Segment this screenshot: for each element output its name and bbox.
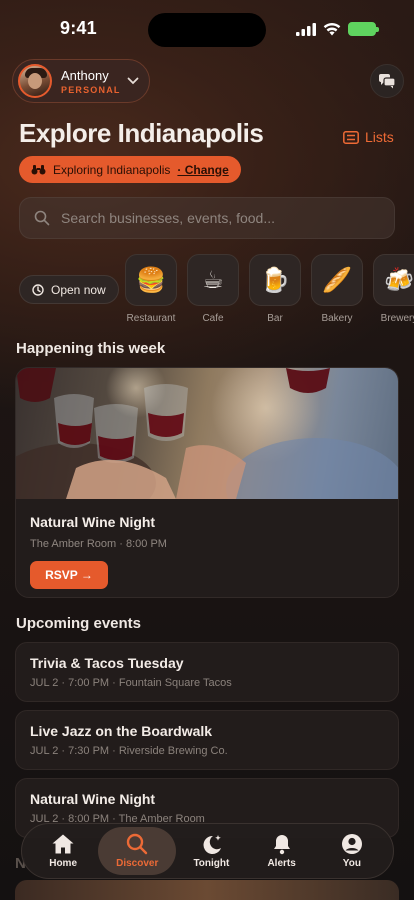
category-bakery[interactable]: 🥖 Bakery bbox=[310, 254, 364, 324]
clinking-beers-icon: 🍻 bbox=[373, 254, 414, 306]
bell-icon bbox=[273, 835, 290, 855]
rsvp-button[interactable]: RSVP → bbox=[30, 561, 108, 589]
upcoming-heading: Upcoming events bbox=[16, 615, 142, 632]
event-title: Live Jazz on the Boardwalk bbox=[30, 723, 213, 739]
category-restaurant[interactable]: 🍔 Restaurant bbox=[124, 254, 178, 324]
tab-label: Home bbox=[49, 858, 78, 869]
search-input[interactable] bbox=[61, 210, 361, 226]
chevron-down-icon bbox=[127, 77, 139, 85]
tab-discover[interactable]: Discover bbox=[98, 827, 177, 875]
category-cafe[interactable]: ☕ Cafe bbox=[186, 254, 240, 324]
featured-event-title: Natural Wine Night bbox=[30, 514, 156, 530]
event-title: Natural Wine Night bbox=[30, 791, 156, 807]
profile-name: Anthony bbox=[61, 67, 109, 83]
tab-label: Alerts bbox=[267, 858, 296, 869]
search-icon bbox=[127, 833, 148, 855]
change-location-link[interactable]: · Change bbox=[177, 163, 228, 177]
profile-role: PERSONAL bbox=[61, 84, 121, 95]
dynamic-island bbox=[148, 13, 266, 47]
event-subtitle: JUL 2 · 7:30 PM · Riverside Brewing Co. bbox=[30, 745, 228, 757]
search-bar[interactable] bbox=[19, 197, 395, 239]
tab-home[interactable]: Home bbox=[28, 827, 98, 875]
tab-label: You bbox=[342, 858, 361, 869]
category-brewery[interactable]: 🍻 Brewery bbox=[372, 254, 414, 324]
category-label: Bakery bbox=[321, 313, 353, 324]
category-label: Cafe bbox=[202, 313, 224, 324]
home-icon bbox=[52, 834, 74, 854]
cellular-signal-icon bbox=[296, 22, 316, 36]
tab-label: Tonight bbox=[193, 858, 230, 869]
list-icon bbox=[343, 130, 359, 144]
open-now-label: Open now bbox=[51, 282, 106, 297]
featured-event-subtitle: The Amber Room · 8:00 PM bbox=[30, 538, 167, 550]
battery-icon bbox=[348, 22, 379, 36]
location-chip[interactable]: Exploring Indianapolis · Change bbox=[19, 156, 241, 183]
status-time: 9:41 bbox=[60, 18, 97, 38]
category-label: Brewery bbox=[380, 313, 414, 324]
event-subtitle: JUL 2 · 7:00 PM · Fountain Square Tacos bbox=[30, 677, 232, 689]
tab-tonight[interactable]: Tonight bbox=[176, 827, 246, 875]
category-label: Bar bbox=[267, 313, 283, 324]
lists-label: Lists bbox=[365, 129, 394, 145]
featured-event-card[interactable]: Natural Wine Night The Amber Room · 8:00… bbox=[15, 367, 399, 598]
avatar bbox=[18, 64, 52, 98]
profile-icon bbox=[341, 834, 362, 854]
coffee-icon: ☕ bbox=[187, 254, 239, 306]
bottom-tab-bar: Home Discover Tonight Alerts You bbox=[21, 823, 394, 879]
next-section-image bbox=[15, 880, 399, 900]
moon-stars-icon bbox=[203, 835, 222, 854]
burger-icon: 🍔 bbox=[125, 254, 177, 306]
beer-mug-icon: 🍺 bbox=[249, 254, 301, 306]
binoculars-icon bbox=[31, 165, 46, 175]
category-label: Restaurant bbox=[126, 313, 176, 324]
clock-icon bbox=[32, 283, 44, 296]
baguette-icon: 🥖 bbox=[311, 254, 363, 306]
tab-alerts[interactable]: Alerts bbox=[247, 827, 317, 875]
open-now-filter[interactable]: Open now bbox=[19, 275, 119, 304]
status-icons bbox=[296, 22, 379, 36]
profile-switcher[interactable]: Anthony PERSONAL bbox=[12, 59, 150, 103]
tab-you[interactable]: You bbox=[317, 827, 387, 875]
wifi-icon bbox=[323, 22, 341, 35]
search-icon bbox=[34, 210, 50, 226]
lists-button[interactable]: Lists bbox=[343, 129, 394, 145]
event-list-item[interactable]: Live Jazz on the Boardwalk JUL 2 · 7:30 … bbox=[15, 710, 399, 770]
category-bar[interactable]: 🍺 Bar bbox=[248, 254, 302, 324]
page-title: Explore Indianapolis bbox=[19, 118, 264, 148]
messages-button[interactable] bbox=[370, 64, 404, 98]
location-text: Exploring Indianapolis bbox=[53, 162, 171, 177]
featured-event-image bbox=[16, 368, 398, 499]
event-list-item[interactable]: Trivia & Tacos Tuesday JUL 2 · 7:00 PM ·… bbox=[15, 642, 399, 702]
happening-heading: Happening this week bbox=[16, 340, 166, 357]
tab-label: Discover bbox=[116, 858, 159, 869]
event-title: Trivia & Tacos Tuesday bbox=[30, 655, 184, 671]
chat-bubbles-icon bbox=[379, 74, 396, 89]
